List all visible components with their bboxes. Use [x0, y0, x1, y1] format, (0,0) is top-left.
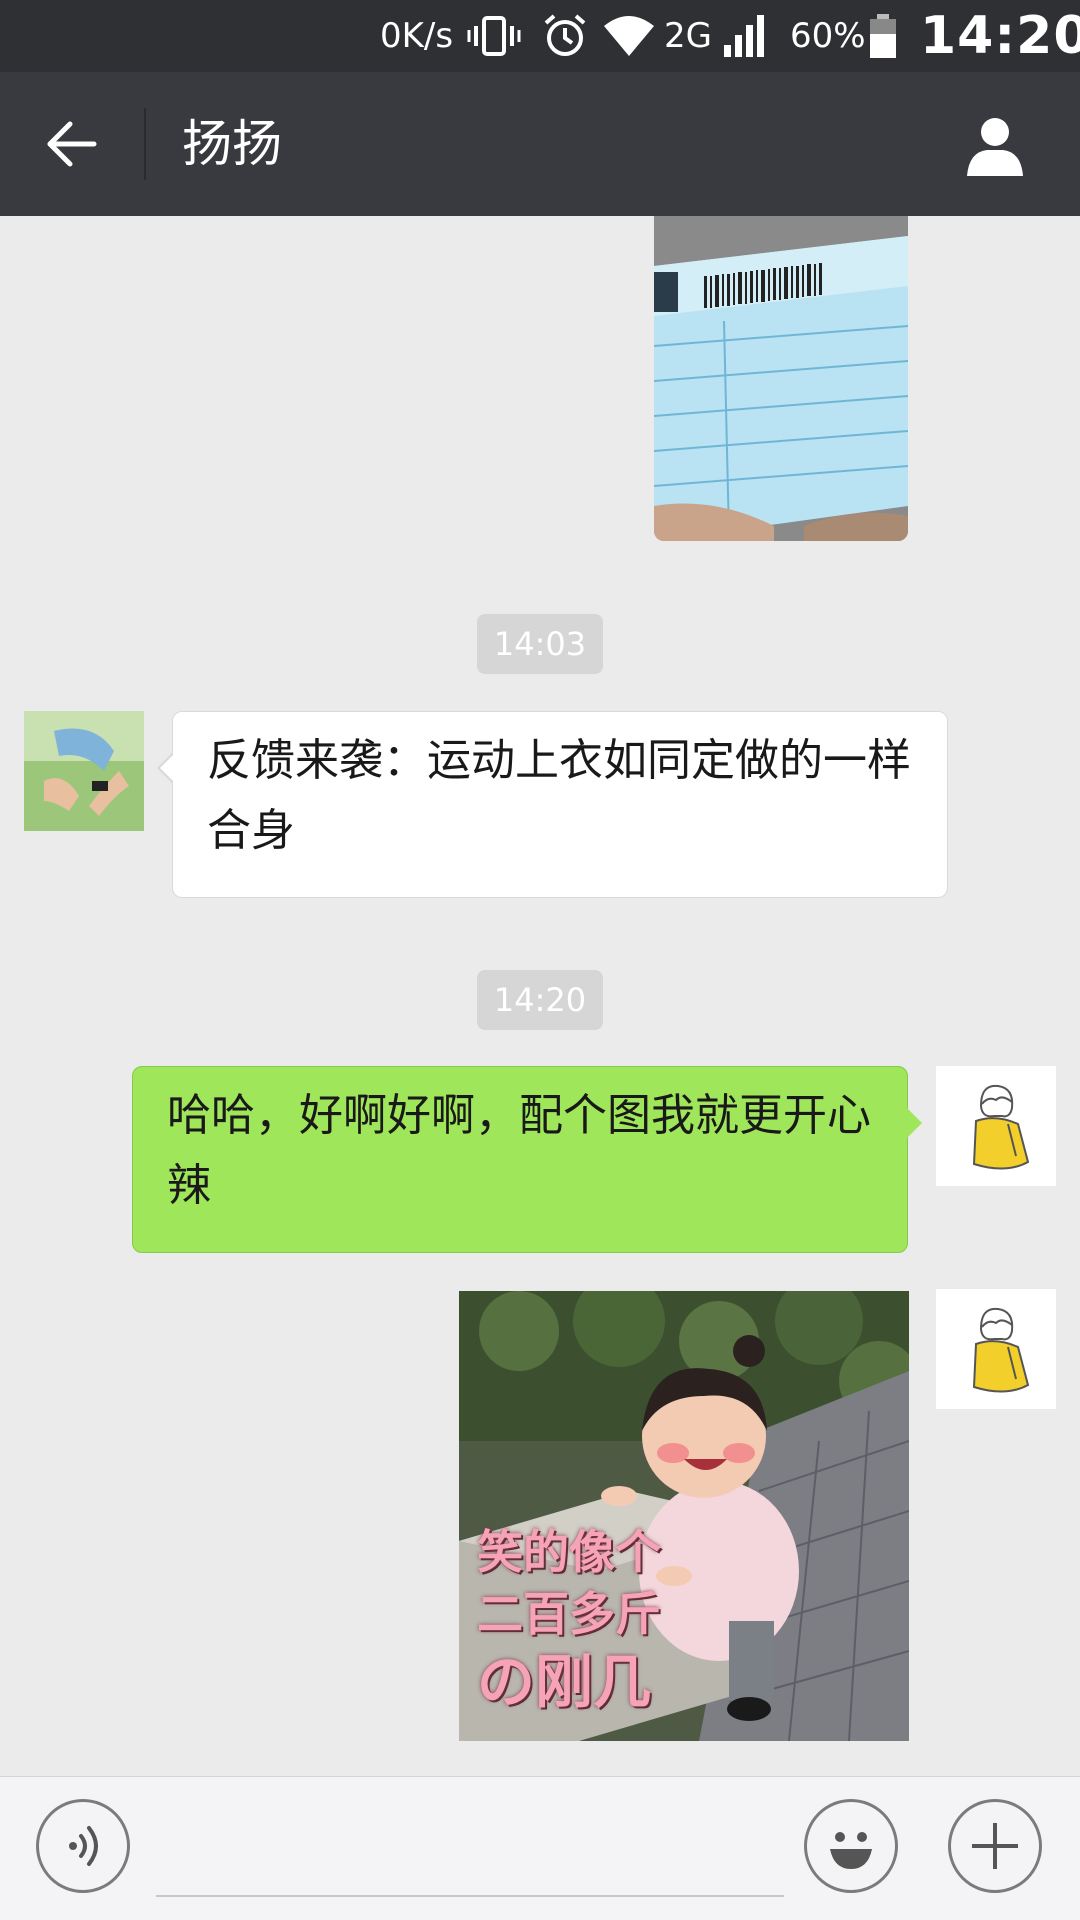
status-clock: 14:20 [920, 6, 1080, 66]
net-speed: 0K/s [380, 16, 454, 56]
plus-icon [972, 1823, 1018, 1869]
self-avatar[interactable] [936, 1289, 1056, 1409]
battery-percent: 60% [790, 16, 866, 56]
voice-icon [69, 1826, 98, 1866]
title-divider [144, 108, 146, 180]
contact-avatar[interactable] [24, 711, 144, 831]
signal-icon [722, 0, 766, 72]
message-input[interactable] [156, 1807, 784, 1897]
timestamp: 14:03 [477, 614, 603, 674]
title-bar: 扬扬 [0, 72, 1080, 216]
arrow-left-icon [47, 121, 97, 167]
wifi-icon [602, 0, 656, 72]
smiley-icon [830, 1832, 872, 1869]
person-icon [967, 118, 1023, 176]
status-bar: 0K/s 2G 60% 14:20 [0, 0, 1080, 72]
self-avatar[interactable] [936, 1066, 1056, 1186]
outgoing-message-bubble[interactable]: 哈哈，好啊好啊，配个图我就更开心辣 [132, 1066, 922, 1253]
message-list[interactable]: 14:03 反馈来袭：运动上衣如同定做的一样合身 14:20 哈哈，好啊好啊，配… [0, 216, 1080, 1776]
chat-screen: 0K/s 2G 60% 14:20 扬扬 14:03 反馈来袭：运动上衣如同定做… [0, 0, 1080, 1920]
incoming-message-bubble[interactable]: 反馈来袭：运动上衣如同定做的一样合身 [157, 711, 948, 898]
network-type: 2G [664, 16, 712, 56]
meme-caption-line: 二百多斤 [477, 1587, 661, 1641]
emoji-button[interactable] [804, 1799, 898, 1893]
profile-button[interactable] [954, 110, 1036, 182]
shipping-label-photo[interactable] [654, 216, 908, 541]
meme-caption: 笑的像个 二百多斤 の刚几 [477, 1521, 707, 1719]
meme-caption-line: の刚几 [477, 1648, 652, 1716]
back-button[interactable] [36, 112, 108, 176]
input-bar [0, 1776, 1080, 1920]
chat-title: 扬扬 [182, 115, 282, 173]
meme-photo[interactable]: 笑的像个 二百多斤 の刚几 [459, 1291, 909, 1741]
alarm-icon [542, 0, 588, 72]
more-button[interactable] [948, 1799, 1042, 1893]
timestamp: 14:20 [477, 970, 603, 1030]
meme-caption-line: 笑的像个 [477, 1525, 661, 1579]
voice-button[interactable] [36, 1799, 130, 1893]
battery-icon [868, 0, 898, 72]
vibrate-icon [466, 0, 522, 72]
